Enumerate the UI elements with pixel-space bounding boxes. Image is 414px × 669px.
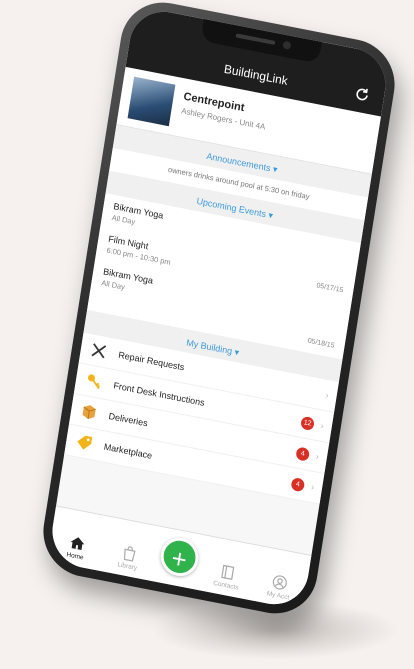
menu-item-label: Marketplace: [103, 441, 153, 461]
tab-contacts[interactable]: Contacts: [204, 560, 251, 593]
home-icon: [70, 537, 84, 550]
chevron-right-icon: ›: [315, 451, 320, 462]
add-button[interactable]: +: [157, 534, 202, 580]
tab-label: Contacts: [212, 579, 239, 592]
package-icon: [82, 405, 96, 420]
phone-screen: BuildingLink Centrepoint Ashley Rogers -…: [47, 5, 391, 611]
refresh-icon[interactable]: [353, 85, 371, 104]
user-icon: [273, 575, 288, 590]
count-badge: 12: [300, 415, 316, 431]
key-icon: [88, 374, 100, 390]
tab-library[interactable]: Library: [105, 541, 152, 574]
dropdown-caret-icon: ▾: [233, 346, 240, 358]
dropdown-caret-icon: ▾: [267, 209, 274, 221]
bag-icon: [123, 546, 136, 562]
menu-item-label: Deliveries: [107, 410, 149, 429]
phone-device: BuildingLink Centrepoint Ashley Rogers -…: [37, 0, 401, 621]
building-photo: [127, 76, 176, 127]
tab-home[interactable]: Home: [53, 531, 100, 564]
dropdown-caret-icon: ▾: [272, 163, 279, 175]
tab-label: Home: [65, 551, 85, 562]
speaker-grille: [235, 33, 276, 45]
book-icon: [221, 564, 235, 580]
menu-item-label: Repair Requests: [117, 349, 186, 373]
count-badge: 4: [295, 445, 311, 462]
tab-my-account[interactable]: My Acct: [256, 570, 303, 603]
building-info: Centrepoint Ashley Rogers - Unit 4A: [179, 87, 269, 145]
chevron-right-icon: ›: [320, 420, 325, 432]
chevron-right-icon: ›: [310, 481, 315, 493]
bottom-tab-bar: Home Library + Contacts My Acct: [47, 505, 312, 611]
tag-icon: [77, 435, 93, 450]
wrench-screwdriver-icon: [91, 343, 107, 359]
front-camera: [282, 40, 292, 51]
count-badge: 4: [290, 476, 306, 492]
chevron-right-icon: ›: [324, 389, 330, 401]
tab-label: Library: [116, 561, 138, 572]
